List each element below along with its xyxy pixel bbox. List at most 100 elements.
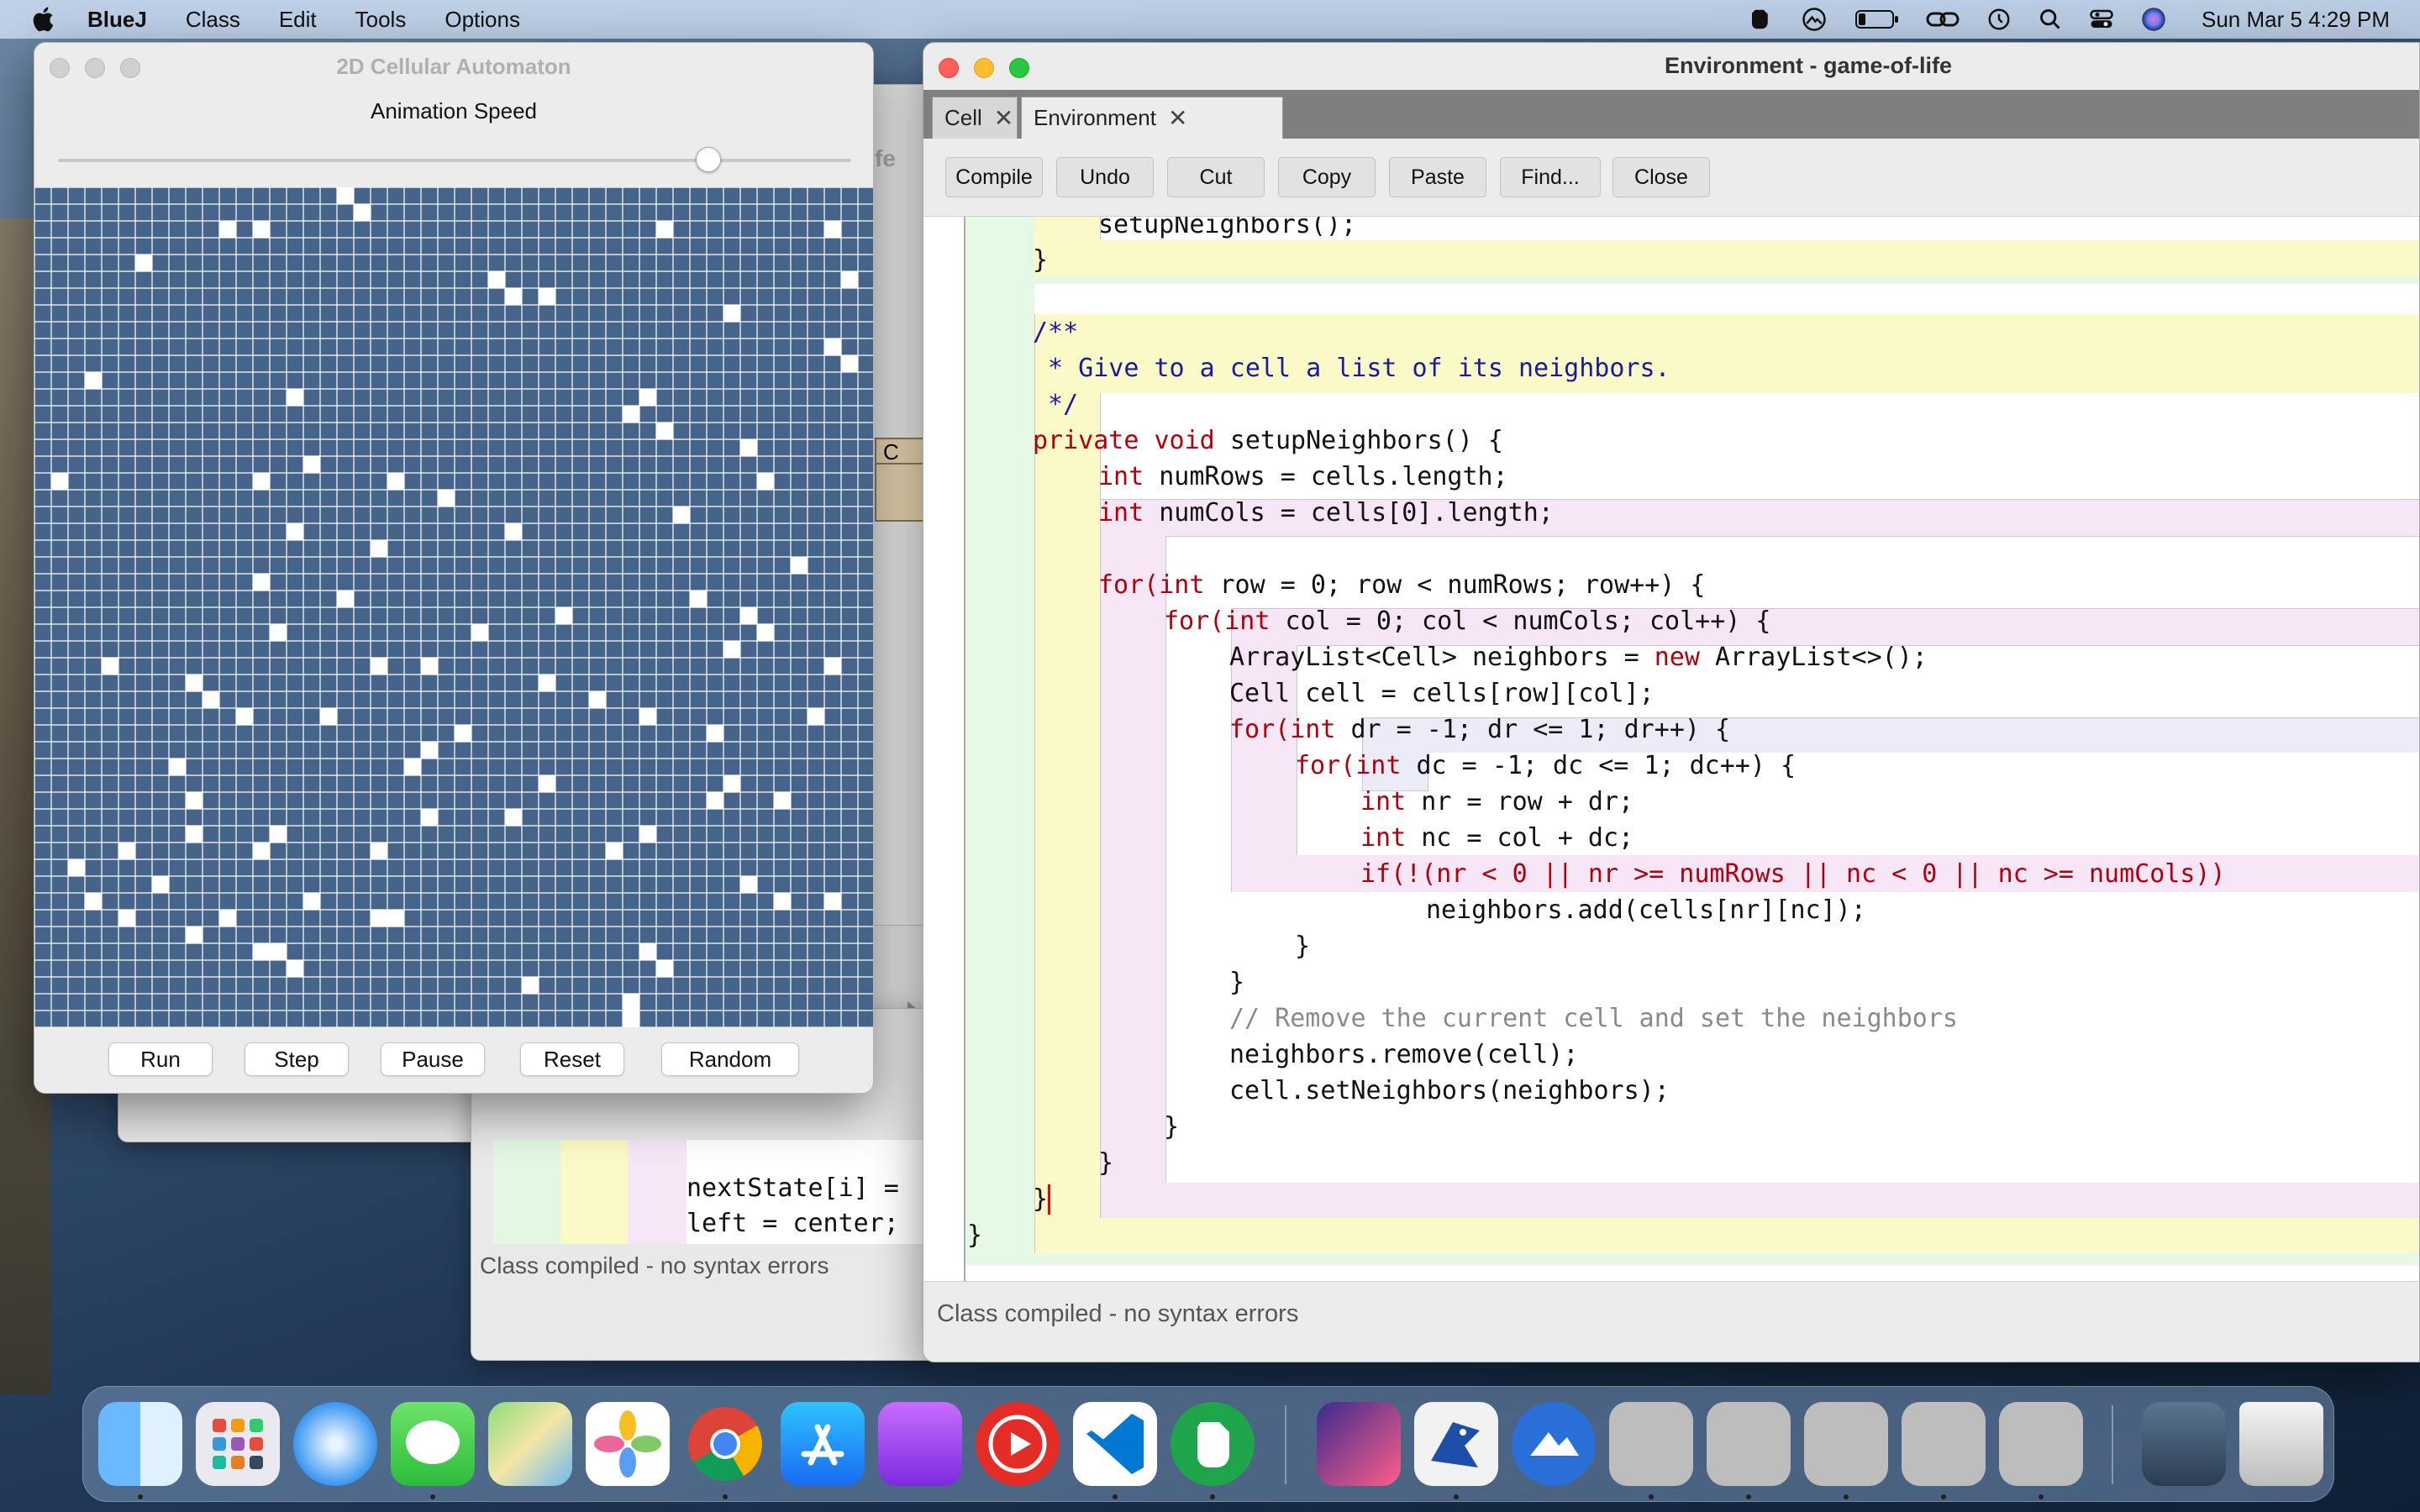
live-cell[interactable] (287, 960, 303, 977)
live-cell[interactable] (421, 809, 438, 826)
vscode-icon[interactable] (1073, 1402, 1157, 1486)
live-cell[interactable] (270, 826, 287, 843)
live-cell[interactable] (639, 943, 656, 960)
maps-icon[interactable] (488, 1402, 572, 1486)
pause-button[interactable]: Pause (381, 1042, 485, 1076)
live-cell[interactable] (539, 775, 555, 792)
live-cell[interactable] (287, 523, 303, 540)
live-cell[interactable] (421, 658, 438, 675)
live-cell[interactable] (68, 859, 85, 876)
photos-icon[interactable] (586, 1402, 670, 1486)
live-cell[interactable] (387, 473, 404, 490)
live-cell[interactable] (186, 826, 203, 843)
chrome-icon[interactable] (683, 1402, 767, 1486)
live-cell[interactable] (808, 708, 824, 725)
live-cell[interactable] (774, 792, 791, 809)
live-cell[interactable] (303, 456, 320, 473)
live-cell[interactable] (354, 204, 371, 221)
cut-button[interactable]: Cut (1167, 157, 1265, 197)
live-cell[interactable] (539, 288, 555, 305)
trash-icon[interactable] (2239, 1402, 2323, 1486)
live-cell[interactable] (824, 339, 841, 355)
live-cell[interactable] (606, 843, 623, 859)
editor-window[interactable]: Environment - game-of-life Cell ✕ Enviro… (923, 42, 2420, 1362)
live-cell[interactable] (824, 221, 841, 238)
live-cell[interactable] (471, 624, 488, 641)
search-icon[interactable] (2039, 8, 2062, 31)
live-cell[interactable] (757, 473, 774, 490)
tab-cell[interactable]: Cell ✕ (932, 97, 1018, 139)
live-cell[interactable] (253, 473, 270, 490)
live-cell[interactable] (673, 507, 690, 523)
live-cell[interactable] (841, 271, 858, 288)
window-titlebar[interactable]: 2D Cellular Automaton (34, 43, 873, 90)
bluej-doc-icon[interactable] (1609, 1402, 1693, 1486)
live-cell[interactable] (455, 725, 471, 742)
live-cell[interactable] (371, 540, 387, 557)
apple-menu-icon[interactable] (30, 5, 59, 34)
live-cell[interactable] (505, 809, 522, 826)
podcasts-icon[interactable] (878, 1402, 962, 1486)
youtube-icon[interactable] (976, 1402, 1060, 1486)
live-cell[interactable] (253, 574, 270, 591)
live-cell[interactable] (438, 490, 455, 507)
link-status-icon[interactable] (1926, 7, 1960, 32)
live-cell[interactable] (824, 658, 841, 675)
live-cell[interactable] (841, 355, 858, 372)
bluej-doc-icon[interactable] (1999, 1402, 2083, 1486)
step-button[interactable]: Step (245, 1042, 349, 1076)
live-cell[interactable] (623, 1011, 639, 1027)
live-cell[interactable] (371, 658, 387, 675)
live-cell[interactable] (203, 691, 219, 708)
live-cell[interactable] (253, 221, 270, 238)
compile-button[interactable]: Compile (945, 157, 1043, 197)
control-center-icon[interactable] (2089, 7, 2114, 32)
live-cell[interactable] (740, 607, 757, 624)
evernote-status-icon[interactable] (1748, 7, 1773, 32)
minimize-window-icon[interactable] (974, 58, 994, 78)
reset-button[interactable]: Reset (520, 1042, 624, 1076)
bluej-doc-icon[interactable] (1707, 1402, 1791, 1486)
menu-edit[interactable]: Edit (279, 7, 317, 33)
paste-button[interactable]: Paste (1389, 157, 1486, 197)
live-cell[interactable] (740, 439, 757, 456)
live-cell[interactable] (51, 473, 68, 490)
live-cell[interactable] (118, 843, 135, 859)
live-cell[interactable] (623, 406, 639, 423)
hiking-status-icon[interactable] (1800, 7, 1828, 32)
live-cell[interactable] (639, 708, 656, 725)
live-cell[interactable] (236, 708, 253, 725)
menu-class[interactable]: Class (186, 7, 240, 33)
live-cell[interactable] (102, 658, 118, 675)
live-cell[interactable] (85, 372, 102, 389)
live-cell[interactable] (371, 910, 387, 927)
bluej-doc-icon[interactable] (1804, 1402, 1888, 1486)
live-cell[interactable] (656, 221, 673, 238)
cellular-automaton-window[interactable]: 2D Cellular Automaton Animation Speed Ru… (34, 42, 874, 1094)
live-cell[interactable] (774, 893, 791, 910)
tab-environment[interactable]: Environment ✕ (1021, 97, 1283, 139)
menubar-clock[interactable]: Sun Mar 5 4:29 PM (2202, 7, 2390, 33)
live-cell[interactable] (656, 423, 673, 439)
app-store-icon[interactable] (781, 1402, 865, 1486)
live-cell[interactable] (522, 977, 539, 994)
live-cell[interactable] (219, 221, 236, 238)
live-cell[interactable] (824, 893, 841, 910)
live-cell[interactable] (723, 641, 740, 658)
live-cell[interactable] (387, 910, 404, 927)
messages-icon[interactable] (391, 1402, 475, 1486)
menu-app-bluej[interactable]: BlueJ (87, 7, 147, 33)
time-machine-icon[interactable] (1986, 7, 2012, 32)
minimize-window-icon[interactable] (85, 58, 105, 78)
live-cell[interactable] (723, 775, 740, 792)
shortcuts-icon[interactable] (1317, 1402, 1401, 1486)
undo-button[interactable]: Undo (1056, 157, 1154, 197)
hiking-icon[interactable] (1512, 1402, 1596, 1486)
live-cell[interactable] (690, 591, 707, 607)
live-cell[interactable] (270, 943, 287, 960)
live-cell[interactable] (707, 725, 723, 742)
live-cell[interactable] (555, 607, 572, 624)
battery-icon[interactable] (1855, 8, 1899, 30)
live-cell[interactable] (707, 792, 723, 809)
live-cell[interactable] (791, 557, 808, 574)
